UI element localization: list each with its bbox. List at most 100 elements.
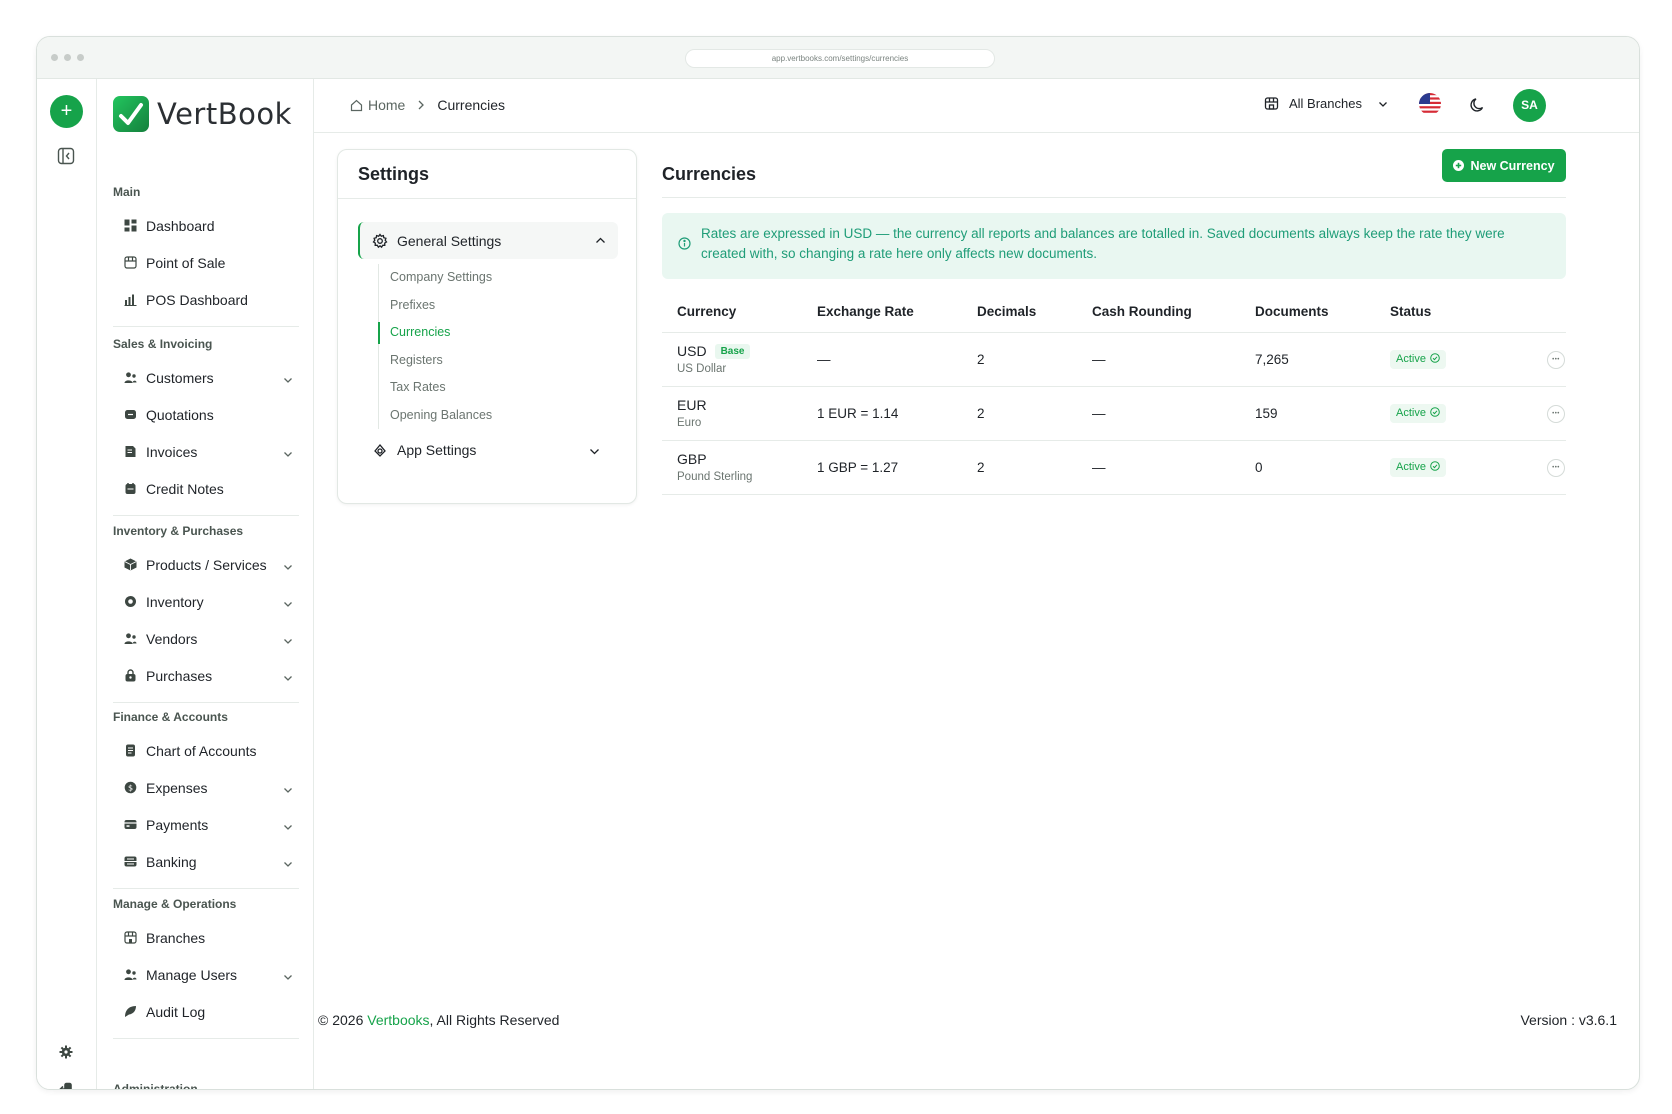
column-header-documents[interactable]: Documents bbox=[1240, 292, 1375, 333]
sidebar-toggle-icon[interactable] bbox=[57, 147, 75, 165]
quick-add-button[interactable]: + bbox=[50, 95, 83, 128]
sidebar-item-label: Dashboard bbox=[146, 217, 215, 234]
bank-icon bbox=[124, 855, 137, 868]
table-row[interactable]: GBP Pound Sterling 1 GBP = 1.27 2—0 Active ••… bbox=[662, 440, 1566, 495]
info-notice-text: Rates are expressed in USD — the currenc… bbox=[701, 226, 1505, 261]
column-header-status[interactable]: Status bbox=[1375, 292, 1485, 333]
sidebar-item-point-of-sale[interactable]: Point of Sale bbox=[113, 244, 299, 281]
brand-logo[interactable]: VertBook bbox=[113, 95, 292, 133]
sidebar-item-label: Quotations bbox=[146, 406, 214, 423]
more-actions-icon[interactable]: ••• bbox=[1547, 459, 1565, 477]
plus-circle-icon bbox=[1453, 160, 1465, 171]
actions-cell: ••• bbox=[1485, 332, 1566, 387]
nav-divider bbox=[113, 326, 299, 327]
sidebar-item-audit-log[interactable]: Audit Log bbox=[113, 993, 299, 1030]
currency-code: GBP bbox=[677, 451, 707, 467]
column-header-decimals[interactable]: Decimals bbox=[962, 292, 1077, 333]
sidebar-item-products-services[interactable]: Products / Services bbox=[113, 546, 299, 583]
sidebar-item-credit-notes[interactable]: Credit Notes bbox=[113, 470, 299, 507]
branch-selector[interactable]: All Branches bbox=[1264, 96, 1388, 111]
column-header-currency[interactable]: Currency bbox=[662, 292, 802, 333]
check-circle-icon bbox=[1430, 406, 1440, 420]
decimals-cell: 2 bbox=[962, 386, 1077, 441]
vendor-icon bbox=[124, 632, 137, 645]
sidebar-item-chart-of-accounts[interactable]: Chart of Accounts bbox=[113, 732, 299, 769]
box-icon bbox=[124, 558, 137, 571]
title-divider bbox=[662, 197, 1566, 198]
users-icon bbox=[124, 371, 137, 384]
sidebar-item-dashboard[interactable]: Dashboard bbox=[113, 207, 299, 244]
nav-group-sales-invoicing: Sales & Invoicing Customers Quotations Invo… bbox=[113, 337, 299, 532]
sidebar-item-label: Vendors bbox=[146, 630, 198, 647]
general-settings-toggle[interactable]: General Settings bbox=[358, 222, 618, 259]
settings-subnav-registers[interactable]: Registers bbox=[379, 347, 598, 375]
column-header-exchange-rate[interactable]: Exchange Rate bbox=[802, 292, 962, 333]
more-actions-icon[interactable]: ••• bbox=[1547, 405, 1565, 423]
chevron-down-icon bbox=[283, 446, 293, 457]
nav-group-administration: Administration bbox=[113, 1082, 299, 1089]
dashboard-icon bbox=[124, 219, 137, 232]
sidebar-item-inventory[interactable]: Inventory bbox=[113, 583, 299, 620]
settings-subnav-company-settings[interactable]: Company Settings bbox=[379, 264, 598, 292]
sidebar-item-vendors[interactable]: Vendors bbox=[113, 620, 299, 657]
chevron-down-icon bbox=[283, 819, 293, 830]
decimals-cell: 2 bbox=[962, 440, 1077, 495]
currency-name: Euro bbox=[677, 417, 702, 429]
table-row[interactable]: USD Base US Dollar —2—7,265 Active ••• bbox=[662, 332, 1566, 387]
sidebar-item-label: POS Dashboard bbox=[146, 291, 248, 308]
sidebar-item-expenses[interactable]: $ Expenses bbox=[113, 769, 299, 806]
settings-subnav-opening-balances[interactable]: Opening Balances bbox=[379, 402, 598, 430]
sidebar-item-manage-users[interactable]: Manage Users bbox=[113, 956, 299, 993]
logo-mark-icon bbox=[113, 96, 149, 132]
user-avatar[interactable]: SA bbox=[1513, 89, 1546, 122]
sidebar: VertBook Main Dashboard Point of Sale POS D… bbox=[97, 79, 314, 1089]
sidebar-item-label: Point of Sale bbox=[146, 254, 226, 271]
settings-subnav-currencies[interactable]: Currencies bbox=[378, 319, 598, 347]
sidebar-item-purchases[interactable]: Purchases bbox=[113, 657, 299, 694]
sidebar-item-payments[interactable]: Payments bbox=[113, 806, 299, 843]
logout-icon[interactable] bbox=[59, 1082, 73, 1090]
check-circle-icon bbox=[1430, 460, 1440, 474]
sidebar-item-quotations[interactable]: Quotations bbox=[113, 396, 299, 433]
currency-code: EUR bbox=[677, 397, 707, 413]
status-badge: Active bbox=[1390, 457, 1446, 477]
sidebar-item-label: Banking bbox=[146, 853, 197, 870]
quote-icon bbox=[124, 408, 137, 421]
home-icon bbox=[350, 99, 363, 111]
new-currency-button[interactable]: New Currency bbox=[1442, 149, 1566, 182]
settings-subnav-prefixes[interactable]: Prefixes bbox=[379, 292, 598, 320]
svg-text:$: $ bbox=[128, 784, 133, 793]
table-row[interactable]: EUR Euro 1 EUR = 1.14 2—159 Active ••• bbox=[662, 386, 1566, 441]
settings-gear-icon[interactable] bbox=[59, 1045, 73, 1059]
top-header: Home Currencies All Branches SA bbox=[314, 79, 1639, 133]
exchange-rate-cell: 1 GBP = 1.27 bbox=[802, 440, 962, 495]
breadcrumb-home[interactable]: Home bbox=[350, 97, 405, 113]
sidebar-item-label: Payments bbox=[146, 816, 209, 833]
store-icon bbox=[124, 931, 137, 944]
browser-bar: app.vertbooks.com/settings/currencies bbox=[37, 37, 1639, 79]
sidebar-item-branches[interactable]: Branches bbox=[113, 919, 299, 956]
us-flag-icon[interactable] bbox=[1419, 93, 1441, 115]
dark-mode-moon-icon[interactable] bbox=[1469, 96, 1487, 114]
brand-name: VertBook bbox=[157, 97, 292, 131]
more-actions-icon[interactable]: ••• bbox=[1547, 351, 1565, 369]
settings-subnav-tax-rates[interactable]: Tax Rates bbox=[379, 374, 598, 402]
column-header-cash-rounding[interactable]: Cash Rounding bbox=[1077, 292, 1240, 333]
inventory-icon bbox=[124, 595, 137, 608]
nav-group-title: Inventory & Purchases bbox=[113, 524, 244, 538]
sidebar-item-label: Chart of Accounts bbox=[146, 742, 257, 759]
sidebar-item-pos-dashboard[interactable]: POS Dashboard bbox=[113, 281, 299, 318]
footer-brand-link[interactable]: Vertbooks bbox=[367, 1012, 429, 1028]
chevron-down-icon bbox=[283, 372, 293, 383]
page-title: Currencies bbox=[662, 164, 757, 184]
chevron-down-icon bbox=[283, 856, 293, 867]
branch-selector-label: All Branches bbox=[1289, 96, 1362, 111]
address-bar[interactable]: app.vertbooks.com/settings/currencies bbox=[685, 49, 995, 68]
chevron-down-icon bbox=[283, 670, 293, 681]
sidebar-item-invoices[interactable]: Invoices bbox=[113, 433, 299, 470]
sidebar-item-banking[interactable]: Banking bbox=[113, 843, 299, 880]
app-settings-toggle[interactable]: App Settings bbox=[372, 442, 612, 458]
sidebar-item-customers[interactable]: Customers bbox=[113, 359, 299, 396]
info-notice: Rates are expressed in USD — the currenc… bbox=[662, 213, 1566, 279]
sidebar-item-label: Customers bbox=[146, 369, 214, 386]
